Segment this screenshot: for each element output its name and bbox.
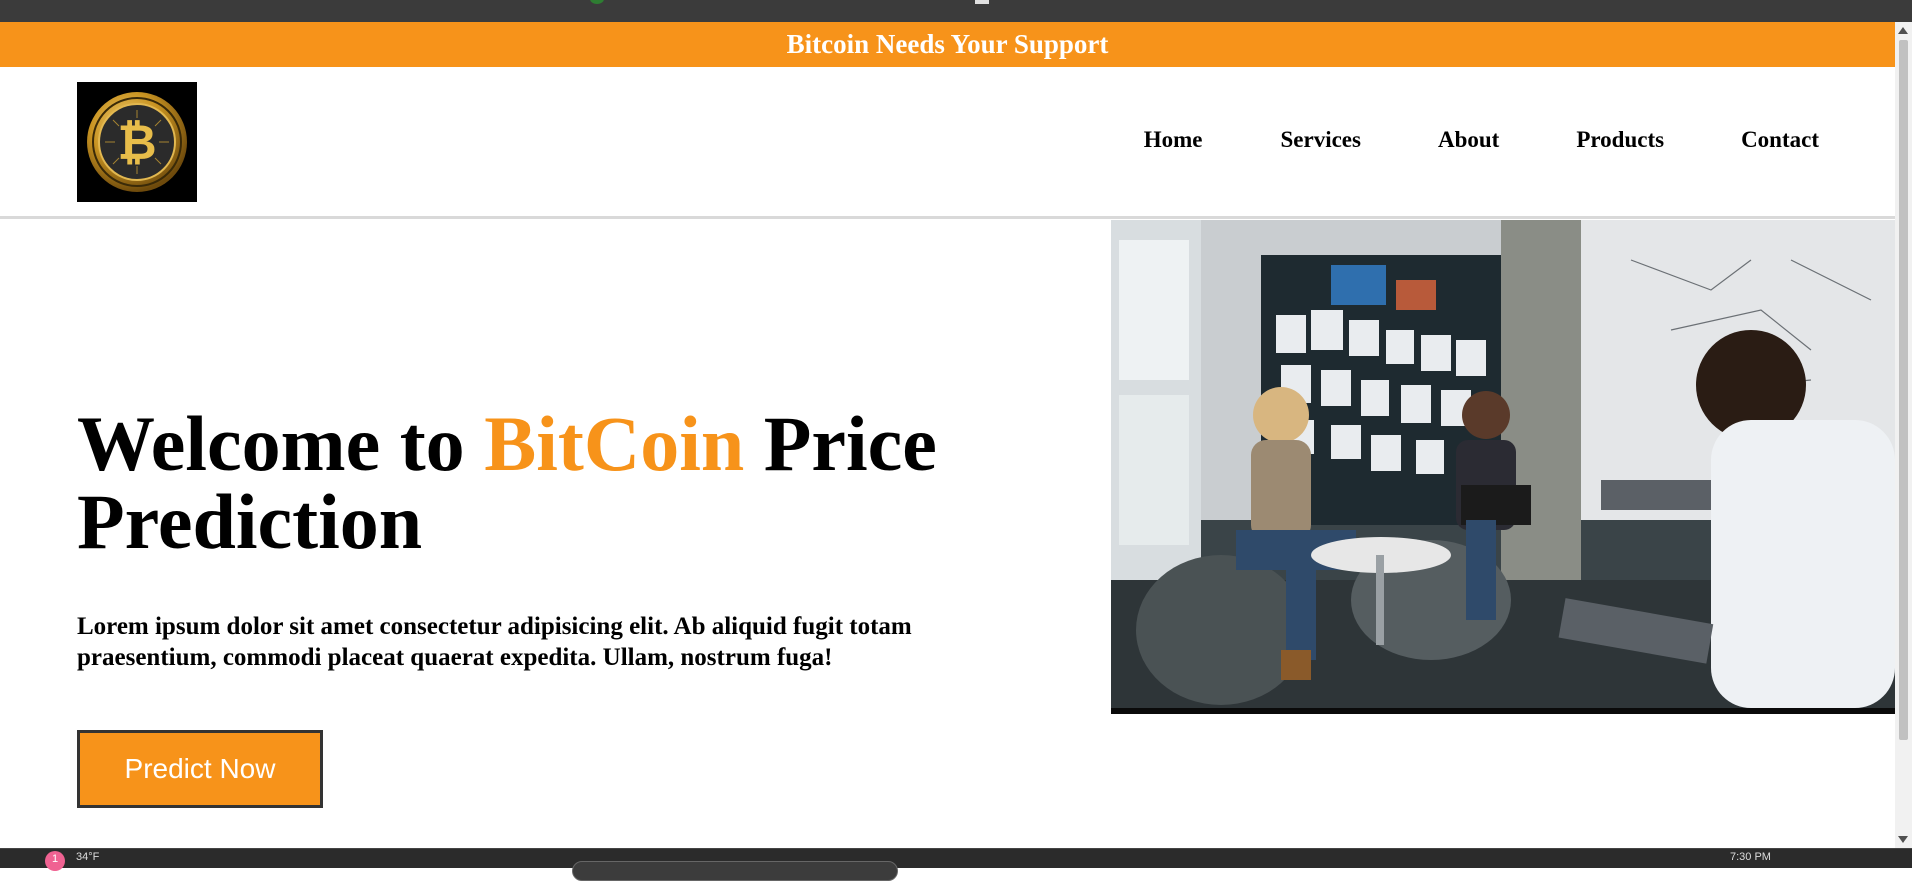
svg-text:₿: ₿ xyxy=(117,117,156,170)
page-scrollbar[interactable] xyxy=(1895,22,1912,848)
os-taskbar: 1 34°F 7:30 PM xyxy=(0,848,1912,881)
scroll-down-icon[interactable] xyxy=(1898,836,1908,843)
site-header: ₿ Home Services About Products Contact xyxy=(0,67,1895,219)
tab-icon xyxy=(590,0,604,4)
bitcoin-coin-icon: ₿ xyxy=(87,92,187,192)
weather-readout[interactable]: 34°F xyxy=(76,851,99,863)
browser-chrome-top xyxy=(0,0,1912,22)
predict-now-button[interactable]: Predict Now xyxy=(77,730,323,808)
hero-title: Welcome to BitCoin Price Prediction xyxy=(77,405,1027,561)
nav-home[interactable]: Home xyxy=(1144,127,1203,153)
nav-services[interactable]: Services xyxy=(1280,127,1360,153)
main-nav: Home Services About Products Contact xyxy=(1144,127,1819,153)
nav-about[interactable]: About xyxy=(1438,127,1499,153)
support-banner: Bitcoin Needs Your Support xyxy=(0,22,1895,67)
team-meeting-photo xyxy=(1111,220,1895,708)
bitcoin-logo[interactable]: ₿ xyxy=(77,82,197,202)
taskbar-clock[interactable]: 7:30 PM xyxy=(1730,851,1771,863)
notification-badge[interactable]: 1 xyxy=(45,851,65,871)
hero-title-accent: BitCoin xyxy=(484,400,745,487)
scrollbar-thumb[interactable] xyxy=(1899,40,1908,740)
tab-icon xyxy=(975,0,989,4)
hero-title-prefix: Welcome to xyxy=(77,400,485,487)
banner-text: Bitcoin Needs Your Support xyxy=(786,29,1109,59)
hero-photo xyxy=(1111,220,1895,714)
nav-contact[interactable]: Contact xyxy=(1741,127,1819,153)
hero-description: Lorem ipsum dolor sit amet consectetur a… xyxy=(77,613,912,671)
taskbar-search[interactable] xyxy=(572,861,898,881)
scroll-up-icon[interactable] xyxy=(1898,27,1908,34)
nav-products[interactable]: Products xyxy=(1576,127,1664,153)
